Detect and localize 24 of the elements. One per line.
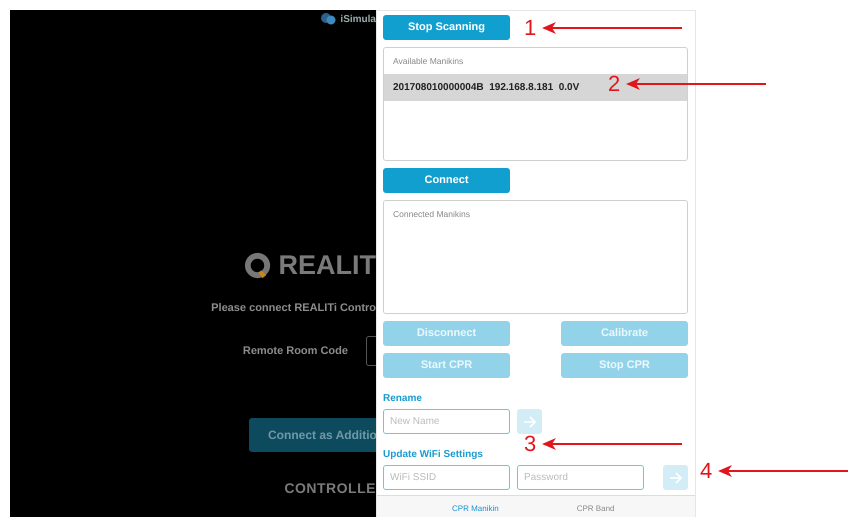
stop-scanning-button[interactable]: Stop Scanning — [383, 15, 510, 40]
section-heading: Rename — [383, 392, 423, 406]
list-title: Available Manikins — [392, 55, 464, 68]
password-field[interactable]: Password — [517, 465, 644, 490]
tab[interactable]: CPR Band — [576, 503, 614, 515]
tab[interactable]: CPR Manikin — [452, 503, 499, 515]
connect-button[interactable]: Connect — [383, 168, 510, 193]
callout-number: 2 — [608, 73, 620, 95]
prompt-text: Please connect REALITi Contro — [211, 300, 376, 316]
callout-number: 1 — [524, 17, 536, 39]
brand-label: iSimula — [340, 13, 376, 27]
connect-additional-button[interactable]: Connect as Additio — [249, 418, 376, 452]
controller-heading: CONTROLLE — [284, 479, 376, 498]
list-title: Connected Manikins — [392, 208, 472, 221]
logo-text: REALIT — [278, 249, 376, 282]
arrow-right-icon — [668, 472, 682, 484]
arrow-right-icon — [522, 416, 536, 428]
ssid-field[interactable]: WiFi SSID — [383, 465, 510, 490]
callout-number: 3 — [524, 433, 536, 455]
section-heading: Update WiFi Settings — [383, 448, 484, 462]
room-code-label: Remote Room Code — [242, 344, 348, 359]
name-field[interactable]: New Name — [383, 409, 510, 434]
chat-bubbles-icon — [320, 12, 336, 26]
callout-number: 4 — [700, 460, 712, 482]
